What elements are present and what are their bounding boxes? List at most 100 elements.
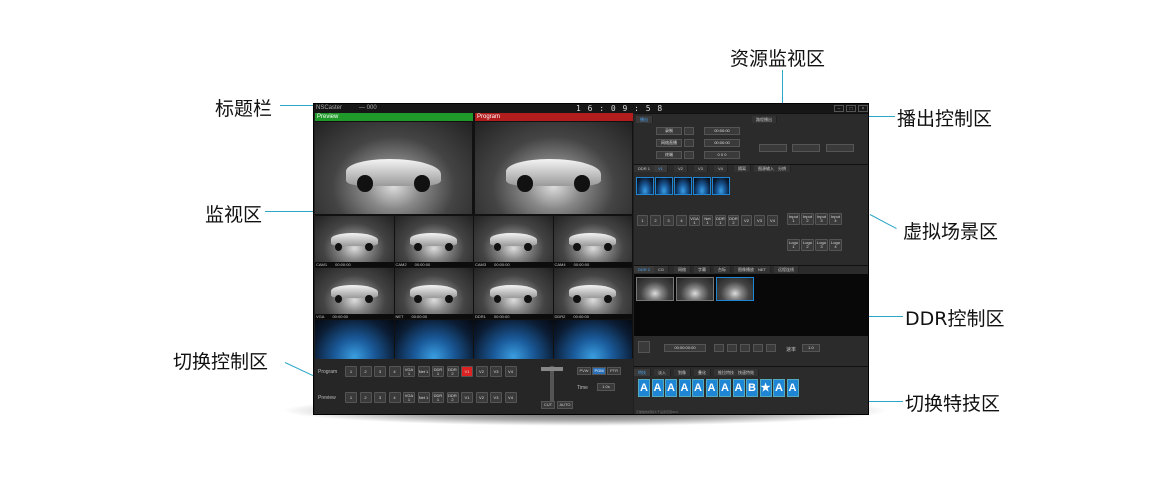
vscene-logo-button[interactable]: Logo 4 (829, 239, 842, 251)
scene-thumbnail[interactable] (636, 177, 654, 195)
ddr-tab[interactable]: 字幕 (694, 266, 711, 273)
stop-button[interactable] (727, 344, 737, 352)
maximize-button[interactable]: □ (846, 105, 856, 112)
fx-tab[interactable]: 快速特效 (734, 369, 759, 376)
record-toggle-button[interactable] (684, 139, 694, 147)
preview-source-button[interactable]: 4 (388, 392, 401, 403)
vscene-source-button[interactable]: Net 1 (702, 215, 713, 226)
program-source-button[interactable]: 4 (388, 366, 401, 377)
scene-thumbnail[interactable] (693, 177, 711, 195)
transition-effect-button[interactable]: A (692, 379, 704, 397)
program-source-button[interactable]: VGA 1 (403, 366, 415, 377)
add-clip-button[interactable] (638, 341, 650, 353)
preview-source-button[interactable]: 2 (359, 392, 372, 403)
vscene-input-button[interactable]: Input 1 (787, 213, 800, 225)
vscene-logo-button[interactable]: Logo 3 (815, 239, 828, 251)
vscene-tab[interactable]: DDR 1 (634, 165, 656, 172)
mode-button[interactable]: PGM (592, 367, 606, 375)
preview-source-button[interactable]: Net 1 (417, 392, 430, 403)
ddr-clip-thumbnail[interactable] (676, 277, 714, 301)
preview-source-button[interactable]: V1 (461, 392, 473, 403)
time-value[interactable]: 1.0s (597, 383, 615, 391)
skip-forward-button[interactable] (753, 344, 763, 352)
vscene-tab[interactable]: V4 (714, 165, 728, 172)
fx-tab[interactable]: 淡入 (654, 369, 671, 376)
play-button[interactable] (740, 344, 750, 352)
camera-tile[interactable]: CAM1 00:00:00 (315, 216, 394, 267)
preview-source-button[interactable]: DDR 1 (432, 392, 444, 403)
camera-tile[interactable]: CAM4 00:00:00 (553, 216, 632, 267)
vscene-source-button[interactable]: V4 (767, 215, 778, 226)
fx-tab[interactable]: 特技 (634, 369, 651, 376)
camera-tile[interactable]: NET 00:00:00 (394, 268, 473, 319)
t-bar-handle[interactable] (541, 367, 563, 371)
program-source-button[interactable]: 2 (359, 366, 372, 377)
preview-video[interactable] (315, 122, 472, 214)
ddr-tab[interactable]: 远程连线 (774, 266, 799, 273)
ddr-tab[interactable]: 网络 (674, 266, 691, 273)
playout-tab[interactable]: 路程播出 (752, 116, 777, 123)
vscene-input-button[interactable]: Input 2 (801, 213, 814, 225)
scene-thumbnail[interactable] (655, 177, 673, 195)
ddr-tab[interactable]: CG (654, 266, 669, 273)
auto-button[interactable]: AUTO (557, 401, 573, 409)
preview-source-button[interactable]: V4 (504, 392, 517, 403)
transition-effect-button[interactable]: A (705, 379, 718, 397)
camera-tile[interactable]: CAM3 00:00:00 (474, 216, 553, 267)
camera-tile[interactable]: CAM2 00:00:00 (394, 216, 473, 267)
camera-tile[interactable]: DDR1 00:00:00 (474, 268, 553, 319)
program-source-button[interactable]: 1 (345, 366, 357, 377)
ddr-tab[interactable]: DDR 2 (634, 266, 656, 273)
preview-source-button[interactable]: V3 (490, 392, 502, 403)
vscene-tab[interactable]: 分辨 (774, 165, 791, 172)
vscene-source-button[interactable]: 1 (637, 215, 648, 226)
program-source-button[interactable]: DDR 2 (446, 366, 459, 377)
transition-effect-button[interactable]: A (638, 379, 650, 397)
mode-button[interactable]: PVW (577, 367, 591, 375)
playout-play-button[interactable] (759, 144, 787, 152)
vscene-source-button[interactable]: 2 (650, 215, 661, 226)
vscene-tab[interactable]: V1 (654, 165, 668, 172)
transition-effect-button[interactable]: ★ (759, 379, 772, 397)
vscene-source-button[interactable]: DDR 1 (715, 215, 726, 226)
playout-shield-button[interactable] (826, 144, 854, 152)
camera-tile[interactable]: VGA 00:00:00 (315, 268, 394, 319)
program-source-button[interactable]: 3 (374, 366, 386, 377)
minimize-button[interactable]: – (834, 105, 844, 112)
vscene-source-button[interactable]: VGA 1 (689, 215, 700, 226)
transition-effect-button[interactable]: A (719, 379, 731, 397)
playout-row-button[interactable]: 网络直播 (656, 139, 682, 147)
fx-tab[interactable]: 叠化 (694, 369, 711, 376)
playout-row-button[interactable]: 终端 (656, 151, 682, 159)
transition-effect-button[interactable]: A (665, 379, 677, 397)
close-button[interactable]: × (858, 105, 868, 112)
fx-tab[interactable]: 划像 (674, 369, 691, 376)
playout-row-button[interactable]: 录制 (656, 127, 682, 135)
vscene-tab[interactable]: V3 (694, 165, 708, 172)
vscene-input-button[interactable]: Input 4 (829, 213, 842, 225)
scene-thumbnail[interactable] (712, 177, 730, 195)
preview-source-button[interactable]: VGA 1 (403, 392, 415, 403)
vscene-logo-button[interactable]: Logo 2 (801, 239, 814, 251)
speed-value[interactable]: 1.0 (802, 344, 820, 352)
camera-tile[interactable]: DDR2 00:00:00 (553, 268, 632, 319)
vscene-source-button[interactable]: 3 (663, 215, 674, 226)
transition-effect-button[interactable]: A (678, 379, 691, 397)
preview-source-button[interactable]: 3 (374, 392, 386, 403)
program-source-button[interactable]: Net 1 (417, 366, 430, 377)
cut-button[interactable]: CUT (541, 401, 555, 409)
vscene-source-button[interactable]: V3 (754, 215, 765, 226)
vscene-logo-button[interactable]: Logo 1 (787, 239, 800, 251)
record-toggle-button[interactable] (684, 127, 694, 135)
vscene-tab[interactable]: 隔离 (734, 165, 751, 172)
playout-tab[interactable]: 播出 (636, 116, 653, 123)
vscene-source-button[interactable]: 4 (676, 215, 687, 226)
mode-button[interactable]: PTR (607, 367, 621, 375)
transition-effect-button[interactable]: A (773, 379, 785, 397)
ddr-clip-thumbnail[interactable] (636, 277, 674, 301)
ddr-tab[interactable]: NET (754, 266, 771, 273)
vscene-tab[interactable]: V2 (674, 165, 688, 172)
program-source-button[interactable]: V1 (461, 366, 473, 377)
program-source-button[interactable]: DDR 1 (432, 366, 444, 377)
vscene-input-button[interactable]: Input 3 (815, 213, 828, 225)
